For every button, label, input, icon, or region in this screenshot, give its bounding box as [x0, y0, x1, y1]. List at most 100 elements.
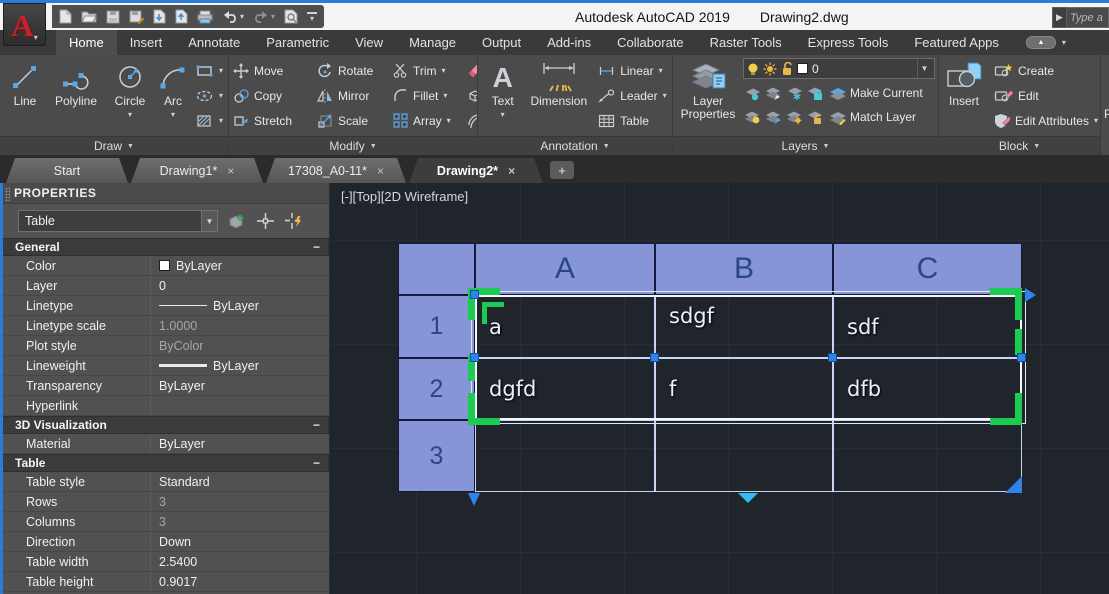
- new-drawing-tab-button[interactable]: +: [550, 161, 574, 179]
- panel-label-layers[interactable]: Layers ▼: [673, 136, 938, 155]
- file-tab-17308[interactable]: 17308_A0-11* ×: [266, 158, 406, 183]
- table-resize-corner-grip[interactable]: [1005, 476, 1022, 493]
- ellipse-button[interactable]: ▾: [196, 83, 223, 108]
- table-cell-a3[interactable]: [475, 420, 655, 492]
- dropdown-arrow-icon[interactable]: ▼: [201, 211, 217, 231]
- match-layer-icon[interactable]: [827, 109, 847, 125]
- layer-freeze-icon[interactable]: [785, 85, 803, 101]
- search-expand-icon[interactable]: ▶: [1052, 7, 1067, 28]
- table-col-header-c[interactable]: C: [833, 243, 1022, 295]
- arc-button[interactable]: Arc ▾: [154, 58, 192, 136]
- table-cell-c1[interactable]: sdf: [833, 295, 1022, 358]
- table-button[interactable]: Table: [598, 108, 669, 133]
- dropdown-arrow-icon[interactable]: ▾: [128, 108, 132, 121]
- file-tab-start[interactable]: Start: [6, 158, 128, 183]
- layer-selector-combo[interactable]: 0 ▼: [743, 58, 935, 79]
- layer-isolate-icon[interactable]: [743, 85, 761, 101]
- table-col-header-b[interactable]: B: [655, 243, 833, 295]
- hatch-button[interactable]: ▾: [196, 108, 223, 133]
- table-cell-c3[interactable]: [833, 420, 1022, 492]
- mirror-button[interactable]: Mirror: [317, 83, 391, 108]
- property-row-direction[interactable]: Direction Down: [0, 532, 329, 552]
- property-row-columns[interactable]: Columns 3: [0, 512, 329, 532]
- palette-grip-icon[interactable]: [5, 187, 10, 201]
- qat-customize-button[interactable]: ▾: [307, 12, 318, 23]
- ribbon-tab-collaborate[interactable]: Collaborate: [604, 30, 697, 55]
- circle-button[interactable]: Circle ▾: [106, 58, 154, 136]
- trim-button[interactable]: Trim ▾: [393, 58, 463, 83]
- quick-select-icon[interactable]: [284, 212, 304, 230]
- copy-button[interactable]: Copy: [233, 83, 315, 108]
- panel-label-block[interactable]: Block ▼: [939, 136, 1100, 155]
- file-tab-drawing2[interactable]: Drawing2* ×: [409, 158, 543, 183]
- layer-on-all-icon[interactable]: [764, 109, 782, 125]
- array-button[interactable]: Array ▾: [393, 108, 463, 133]
- property-row-transparency[interactable]: Transparency ByLayer: [0, 376, 329, 396]
- acad-table[interactable]: A B C 1 2 3 a sdgf sdf dgfd f dfb: [398, 243, 1036, 506]
- ribbon-tab-featured-apps[interactable]: Featured Apps: [901, 30, 1012, 55]
- property-row-rows[interactable]: Rows 3: [0, 492, 329, 512]
- table-col-header-a[interactable]: A: [475, 243, 655, 295]
- palette-title[interactable]: PROPERTIES: [0, 183, 329, 204]
- table-cell-b2[interactable]: f: [655, 358, 833, 420]
- section-general[interactable]: General −: [0, 238, 329, 256]
- panel-label-draw[interactable]: Draw ▼: [0, 136, 228, 155]
- fillet-button[interactable]: Fillet ▾: [393, 83, 463, 108]
- dropdown-arrow-icon[interactable]: ▾: [447, 116, 451, 125]
- insert-block-button[interactable]: Insert: [943, 58, 985, 136]
- panel-label-annotation[interactable]: Annotation ▼: [478, 136, 672, 155]
- property-row-material[interactable]: Material ByLayer: [0, 434, 329, 454]
- make-current-button[interactable]: Make Current: [850, 86, 923, 100]
- layer-properties-button[interactable]: Layer Properties: [677, 58, 739, 136]
- table-row-header-1[interactable]: 1: [398, 295, 475, 358]
- dropdown-arrow-icon[interactable]: ▾: [1094, 116, 1098, 125]
- table-grip[interactable]: [470, 290, 479, 299]
- close-tab-icon[interactable]: ×: [227, 164, 234, 178]
- save-button[interactable]: [106, 10, 120, 24]
- section-3d-visualization[interactable]: 3D Visualization −: [0, 416, 329, 434]
- save-web-mobile-button[interactable]: [175, 9, 188, 24]
- line-button[interactable]: Line: [4, 58, 46, 136]
- property-row-layer[interactable]: Layer 0: [0, 276, 329, 296]
- dimension-button[interactable]: Dimension: [523, 58, 594, 136]
- offset-button[interactable]: [467, 108, 477, 133]
- ribbon-tab-express-tools[interactable]: Express Tools: [795, 30, 902, 55]
- toggle-pickadd-icon[interactable]: [227, 212, 247, 230]
- table-grip[interactable]: [650, 353, 659, 362]
- panel-label-modify[interactable]: Modify ▼: [229, 136, 477, 155]
- dropdown-arrow-icon[interactable]: ▾: [501, 108, 505, 121]
- plot-button[interactable]: [197, 10, 213, 24]
- ribbon-collapse-button[interactable]: ▲: [1025, 36, 1056, 49]
- dropdown-arrow-icon[interactable]: ▾: [659, 66, 663, 75]
- dropdown-arrow-icon[interactable]: ▾: [171, 108, 175, 121]
- search-input[interactable]: [1067, 7, 1109, 28]
- rectangle-button[interactable]: ▾: [196, 58, 223, 83]
- close-tab-icon[interactable]: ×: [377, 164, 384, 178]
- dropdown-arrow-icon[interactable]: ▾: [240, 12, 244, 21]
- redo-button[interactable]: ▾: [253, 10, 275, 23]
- ribbon-tab-manage[interactable]: Manage: [396, 30, 469, 55]
- save-as-button[interactable]: [129, 10, 144, 24]
- ribbon-tab-insert[interactable]: Insert: [117, 30, 176, 55]
- ribbon-tab-annotate[interactable]: Annotate: [175, 30, 253, 55]
- linear-dimension-button[interactable]: Linear ▾: [598, 58, 669, 83]
- property-row-color[interactable]: Color ByLayer: [0, 256, 329, 276]
- collapse-section-icon[interactable]: −: [313, 240, 320, 254]
- property-row-table-width[interactable]: Table width 2.5400: [0, 552, 329, 572]
- ribbon-tab-parametric[interactable]: Parametric: [253, 30, 342, 55]
- dropdown-arrow-icon[interactable]: ▾: [271, 12, 275, 21]
- table-grip[interactable]: [828, 353, 837, 362]
- table-cell-c2[interactable]: dfb: [833, 358, 1022, 420]
- ribbon-tab-addins[interactable]: Add-ins: [534, 30, 604, 55]
- section-table[interactable]: Table −: [0, 454, 329, 472]
- property-row-table-style[interactable]: Table style Standard: [0, 472, 329, 492]
- property-row-linetype-scale[interactable]: Linetype scale 1.0000: [0, 316, 329, 336]
- move-button[interactable]: Move: [233, 58, 315, 83]
- file-tab-drawing1[interactable]: Drawing1* ×: [131, 158, 263, 183]
- table-break-grip[interactable]: [738, 493, 758, 503]
- table-cell-b3[interactable]: [655, 420, 833, 492]
- undo-button[interactable]: ▾: [222, 10, 244, 23]
- leader-button[interactable]: Leader ▾: [598, 83, 669, 108]
- erase-button[interactable]: [467, 58, 477, 83]
- property-row-lineweight[interactable]: Lineweight ByLayer: [0, 356, 329, 376]
